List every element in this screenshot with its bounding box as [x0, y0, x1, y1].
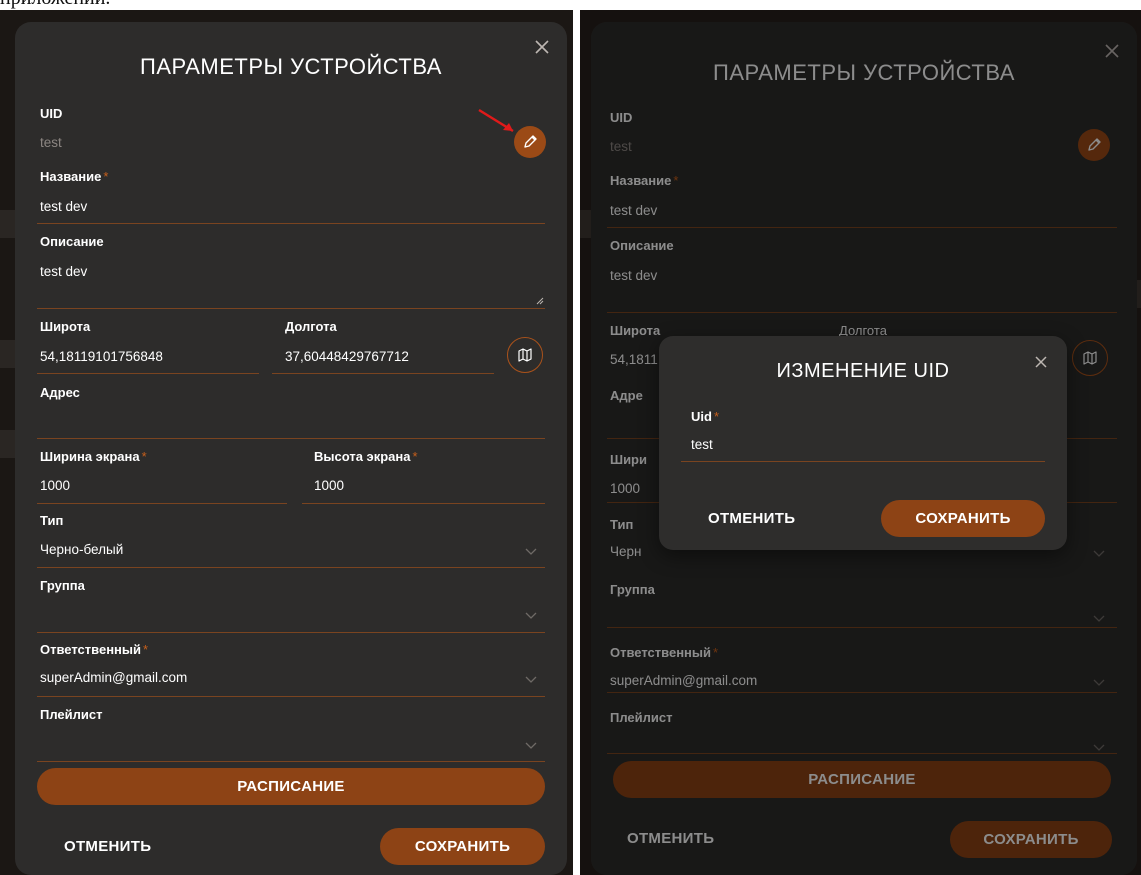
dialog-cancel-button[interactable]: ОТМЕНИТЬ — [708, 510, 795, 527]
background-row — [580, 210, 591, 238]
uid-label: UID — [40, 106, 63, 121]
group-underline — [37, 632, 545, 633]
responsible-underline — [37, 696, 545, 697]
address-label: Адрес — [40, 385, 80, 400]
latitude-input[interactable]: 54,18119101756848 — [40, 349, 163, 364]
page-caption: приложений. — [0, 0, 110, 10]
uid-underline — [681, 461, 1045, 462]
screen-height-label: Высота экрана * — [314, 449, 418, 464]
background-row — [0, 210, 15, 238]
name-label: Название * — [40, 169, 109, 184]
background-row — [1137, 280, 1141, 308]
background-row — [0, 340, 15, 368]
chevron-down-icon[interactable] — [525, 612, 537, 620]
background-row — [0, 430, 15, 458]
device-settings-modal: ПАРАМЕТРЫ УСТРОЙСТВА UID test Название * … — [15, 22, 567, 875]
chevron-down-icon[interactable] — [525, 676, 537, 684]
save-button[interactable]: СОХРАНИТЬ — [380, 828, 545, 865]
chevron-down-icon[interactable] — [525, 548, 537, 556]
name-input[interactable]: test dev — [40, 199, 87, 214]
change-uid-dialog: ИЗМЕНЕНИЕ UID Uid * test ОТМЕНИТЬ СОХРАНИ… — [659, 336, 1067, 550]
type-label: Тип — [40, 513, 64, 528]
right-screenshot-panel: ПАРАМЕТРЫ УСТРОЙСТВА UID test Название * … — [580, 10, 1141, 875]
schedule-button[interactable]: РАСПИСАНИЕ — [37, 768, 545, 805]
name-underline — [37, 223, 545, 224]
responsible-select[interactable]: superAdmin@gmail.com — [40, 670, 187, 685]
latitude-label: Широта — [40, 319, 91, 334]
longitude-underline — [272, 373, 494, 374]
address-underline — [37, 438, 545, 439]
playlist-underline — [37, 761, 545, 762]
uid-field-label: Uid * — [691, 409, 720, 424]
screen-width-underline — [37, 503, 287, 504]
playlist-label: Плейлист — [40, 707, 103, 722]
left-screenshot-panel: ПАРАМЕТРЫ УСТРОЙСТВА UID test Название * … — [0, 10, 573, 875]
longitude-input[interactable]: 37,60448429767712 — [285, 349, 409, 364]
uid-input[interactable]: test — [691, 437, 713, 452]
type-select[interactable]: Черно-белый — [40, 542, 123, 557]
longitude-label: Долгота — [285, 319, 337, 334]
dialog-save-button[interactable]: СОХРАНИТЬ — [881, 500, 1045, 537]
close-icon[interactable] — [1033, 354, 1049, 370]
screen-height-input[interactable]: 1000 — [314, 478, 344, 493]
pencil-icon — [524, 135, 537, 148]
description-underline — [37, 308, 545, 309]
chevron-down-icon[interactable] — [525, 742, 537, 750]
type-underline — [37, 567, 545, 568]
description-textarea[interactable]: test dev — [40, 264, 87, 279]
latitude-underline — [37, 373, 259, 374]
screen-height-underline — [302, 503, 545, 504]
uid-value: test — [40, 135, 62, 150]
description-label: Описание — [40, 234, 104, 249]
close-icon[interactable] — [533, 38, 551, 56]
dialog-title: ИЗМЕНЕНИЕ UID — [776, 360, 950, 382]
responsible-label: Ответственный * — [40, 642, 149, 657]
modal-title: ПАРАМЕТРЫ УСТРОЙСТВА — [140, 54, 442, 79]
screen-width-input[interactable]: 1000 — [40, 478, 70, 493]
group-label: Группа — [40, 578, 85, 593]
map-button[interactable] — [507, 337, 543, 373]
map-icon — [518, 348, 532, 362]
screen-width-label: Ширина экрана * — [40, 449, 147, 464]
cancel-button[interactable]: ОТМЕНИТЬ — [64, 838, 151, 855]
edit-uid-button[interactable] — [514, 126, 546, 158]
resize-handle-icon[interactable] — [536, 297, 544, 305]
